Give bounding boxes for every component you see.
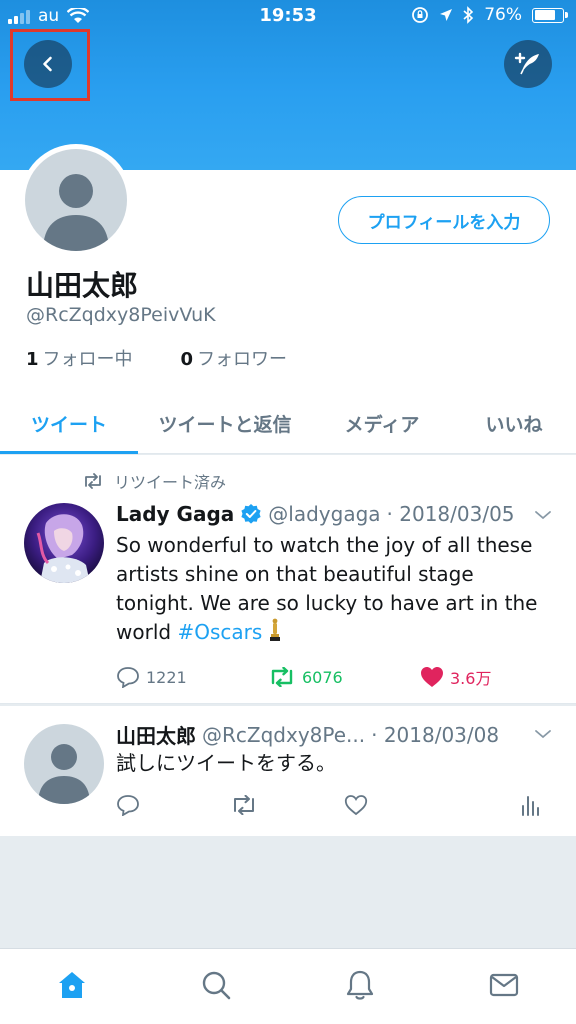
bell-icon bbox=[346, 970, 374, 1000]
verified-badge-icon bbox=[241, 504, 261, 524]
followers-count: 0 bbox=[180, 349, 194, 370]
ladygaga-avatar[interactable] bbox=[24, 503, 104, 583]
compose-tweet-button[interactable] bbox=[504, 40, 552, 88]
hashtag-link[interactable]: #Oscars bbox=[177, 620, 262, 644]
nav-search[interactable] bbox=[198, 967, 234, 1003]
tab-tweets[interactable]: ツイート bbox=[0, 394, 138, 454]
like-button[interactable] bbox=[344, 794, 520, 816]
follow-stats: 1 フォロー中 0 フォロワー bbox=[26, 345, 287, 371]
highlight-box bbox=[10, 29, 90, 101]
retweeted-label: リツイート済み bbox=[114, 473, 227, 492]
orientation-lock-icon bbox=[412, 7, 429, 23]
display-name: 山田太郎 bbox=[26, 269, 139, 302]
reply-icon bbox=[117, 667, 139, 688]
search-icon bbox=[202, 971, 231, 1000]
bottom-tab-bar bbox=[0, 948, 576, 1024]
chevron-down-icon[interactable] bbox=[534, 728, 552, 740]
tweet-item[interactable]: リツイート済み Lady Gaga @ladygaga · 2018/03/05… bbox=[0, 455, 576, 704]
tweet-actions: 1221 6076 3.6万 bbox=[116, 665, 491, 689]
followers-label: フォロワー bbox=[197, 349, 288, 370]
location-icon bbox=[440, 9, 453, 21]
battery-percent: 76% bbox=[484, 5, 522, 25]
tab-tweets-and-replies[interactable]: ツイートと返信 bbox=[138, 394, 312, 453]
nav-home[interactable] bbox=[54, 967, 90, 1003]
retweet-count: 6076 bbox=[302, 667, 343, 687]
edit-profile-button[interactable]: プロフィールを入力 bbox=[338, 196, 550, 244]
analytics-button[interactable] bbox=[520, 794, 540, 816]
tweet-item[interactable]: 山田太郎 @RcZqdxy8Pe... · 2018/03/08 試しにツイート… bbox=[0, 706, 576, 836]
tab-likes[interactable]: いいね bbox=[452, 394, 576, 453]
profile-handle: @RcZqdxy8PeivVuK bbox=[26, 304, 216, 326]
retweet-icon bbox=[271, 667, 293, 687]
tweet-text: So wonderful to watch the joy of all the… bbox=[116, 531, 546, 647]
retweet-icon bbox=[234, 795, 254, 815]
battery-icon bbox=[532, 7, 568, 23]
tweet-header: 山田太郎 @RcZqdxy8Pe... · 2018/03/08 bbox=[116, 720, 499, 749]
default-avatar-icon bbox=[25, 149, 127, 251]
status-bar: au 19:53 76% bbox=[0, 0, 576, 32]
home-icon bbox=[59, 972, 85, 998]
reply-icon bbox=[117, 795, 139, 816]
reply-button[interactable] bbox=[116, 794, 230, 816]
following-label: フォロー中 bbox=[42, 349, 133, 370]
tweet-date: · 2018/03/05 bbox=[386, 502, 515, 526]
profile-avatar[interactable] bbox=[20, 144, 132, 256]
bluetooth-icon bbox=[463, 6, 474, 24]
following-count: 1 bbox=[26, 349, 39, 370]
retweet-button[interactable] bbox=[230, 795, 344, 815]
following-stat[interactable]: 1 フォロー中 bbox=[26, 345, 133, 371]
heart-filled-icon bbox=[421, 667, 443, 687]
heart-outline-icon bbox=[344, 795, 368, 816]
analytics-icon bbox=[522, 796, 539, 816]
mail-icon bbox=[489, 973, 519, 997]
oscar-statuette-icon bbox=[269, 618, 280, 641]
tweet-date: · 2018/03/08 bbox=[371, 722, 500, 747]
tweet-header: Lady Gaga @ladygaga · 2018/03/05 bbox=[116, 502, 515, 526]
profile-tabs: ツイート ツイートと返信 メディア いいね bbox=[0, 394, 576, 454]
compose-quill-icon bbox=[514, 52, 539, 75]
default-avatar-icon[interactable] bbox=[24, 724, 104, 804]
followers-stat[interactable]: 0 フォロワー bbox=[181, 345, 288, 371]
tweet-actions bbox=[116, 794, 540, 816]
retweeted-indicator: リツイート済み bbox=[82, 469, 226, 493]
tweet-author-handle: @ladygaga bbox=[268, 502, 381, 526]
tweet-text: 試しにツイートをする。 bbox=[116, 751, 336, 775]
retweet-icon bbox=[85, 473, 101, 489]
like-count: 3.6万 bbox=[450, 669, 492, 688]
tweet-author-handle: @RcZqdxy8Pe... bbox=[202, 722, 366, 747]
reply-button[interactable]: 1221 bbox=[116, 666, 268, 688]
nav-notifications[interactable] bbox=[342, 967, 378, 1003]
reply-count: 1221 bbox=[146, 667, 187, 687]
nav-messages[interactable] bbox=[486, 967, 522, 1003]
tweet-author-name[interactable]: 山田太郎 bbox=[116, 720, 196, 749]
tweet-author-name[interactable]: Lady Gaga bbox=[116, 502, 234, 526]
chevron-down-icon[interactable] bbox=[534, 509, 552, 521]
like-button[interactable]: 3.6万 bbox=[420, 665, 491, 689]
status-right: 76% bbox=[411, 5, 568, 25]
tab-media[interactable]: メディア bbox=[312, 394, 452, 453]
retweet-button[interactable]: 6076 bbox=[268, 667, 420, 687]
